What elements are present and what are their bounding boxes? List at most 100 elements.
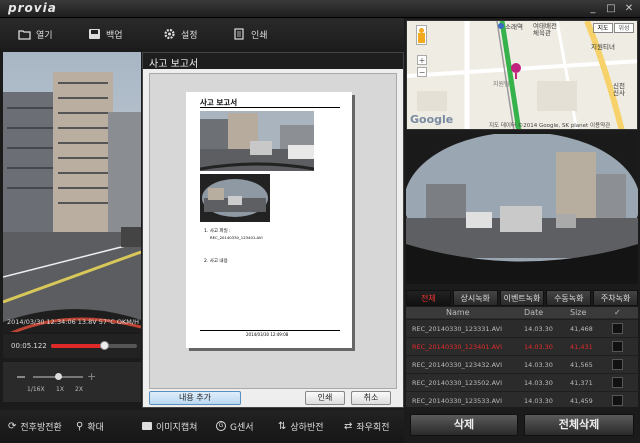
doc-item1-label: 1. 사고 파일 : xyxy=(204,229,231,234)
zoom-label-mid: 1X xyxy=(56,386,64,393)
column-check[interactable]: ✓ xyxy=(614,307,621,318)
map-label-jawon: 지원팀 xyxy=(493,81,510,88)
gear-icon xyxy=(164,28,175,40)
zoom-control: + 1/16X 1X 2X xyxy=(3,362,141,402)
doc-title-rule xyxy=(200,107,340,108)
file-name: REC_20140330_123401.AVI xyxy=(412,343,503,351)
backup-label: 백업 xyxy=(106,30,123,41)
report-print-button[interactable]: 인쇄 xyxy=(305,391,345,405)
accident-report-dialog: 사고 보고서 사고 보고서 1. 사고 파일 : REC_20140330_12… xyxy=(142,52,404,408)
gsensor-button[interactable]: G G센서 xyxy=(216,418,254,434)
satellite-type-button[interactable]: 위성 xyxy=(614,23,634,33)
settings-button[interactable]: 설정 xyxy=(163,26,198,42)
file-checkbox[interactable] xyxy=(612,377,623,388)
video-timestamp: 2014/03/30 12:34:06 13.8V 57°C OKM/H xyxy=(7,318,139,326)
flip-horizontal-button[interactable]: ⇄ 좌우회전 xyxy=(344,418,390,434)
flip-horizontal-label: 좌우회전 xyxy=(356,422,390,433)
main-toolbar: 열기 백업 설정 인쇄 xyxy=(0,18,404,50)
front-rear-switch-button[interactable]: ⟳ 전후방전환 xyxy=(8,418,62,434)
flip-horizontal-icon: ⇄ xyxy=(344,420,353,432)
progress-handle[interactable] xyxy=(100,341,110,350)
flip-vertical-button[interactable]: ⇅ 상하반전 xyxy=(278,418,324,434)
add-content-button[interactable]: 내용 추가 xyxy=(149,391,241,405)
flip-vertical-icon: ⇅ xyxy=(278,420,287,432)
gps-map[interactable]: 소래역 여태배전 체육관 지원티녀 신천 신사 지원팀 + − 지도 위성 Go… xyxy=(406,20,638,130)
front-video-view[interactable]: 2014/03/30 12:34:06 13.8V 57°C OKM/H xyxy=(3,52,141,332)
map-zoom-in-button[interactable]: + xyxy=(417,55,427,65)
column-name[interactable]: Name xyxy=(446,307,470,318)
report-cancel-button[interactable]: 취소 xyxy=(351,391,391,405)
file-checkbox[interactable] xyxy=(612,359,623,370)
settings-label: 설정 xyxy=(181,30,198,41)
file-name: REC_20140330_123432.AVI xyxy=(412,361,503,369)
delete-all-button[interactable]: 전체삭제 xyxy=(524,414,634,436)
open-button[interactable]: 열기 xyxy=(18,26,53,42)
front-snapshot-image xyxy=(200,111,314,171)
map-type-button[interactable]: 지도 xyxy=(593,23,613,33)
file-name: REC_20140330_123331.AVI xyxy=(412,325,503,333)
street-view-pegman-icon[interactable] xyxy=(416,25,427,45)
file-row[interactable]: REC_20140330_123502.AVI 14.03.30 41,371 xyxy=(406,373,638,391)
map-label-district: 지원티녀 xyxy=(591,43,615,51)
zoom-out-icon[interactable] xyxy=(17,376,25,378)
progress-track[interactable] xyxy=(51,341,137,350)
rear-video-frame xyxy=(406,134,638,284)
zoom-track[interactable] xyxy=(33,373,83,380)
file-date: 14.03.30 xyxy=(524,343,553,351)
file-date: 14.03.30 xyxy=(524,397,553,405)
image-capture-button[interactable]: 이미지캡쳐 xyxy=(142,418,197,434)
map-zoom-out-button[interactable]: − xyxy=(417,67,427,77)
tab-continuous[interactable]: 상시녹화 xyxy=(452,290,498,306)
magnifier-icon: ⚲ xyxy=(76,420,84,432)
file-checkbox[interactable] xyxy=(612,323,623,334)
tab-manual[interactable]: 수동녹화 xyxy=(546,290,592,306)
progress-fill xyxy=(51,344,105,348)
file-checkbox[interactable] xyxy=(612,395,623,406)
column-size[interactable]: Size xyxy=(570,307,586,318)
capture-label: 이미지캡쳐 xyxy=(156,422,198,433)
file-row[interactable]: REC_20140330_123401.AVI 14.03.30 41,431 xyxy=(406,337,638,355)
delete-button[interactable]: 삭제 xyxy=(410,414,518,436)
gsensor-label: G센서 xyxy=(230,422,254,433)
zoom-button[interactable]: ⚲ 확대 xyxy=(76,418,104,434)
map-label-sinchon: 신천 신사 xyxy=(613,82,625,97)
doc-item2-label: 2. 사고 내용 xyxy=(204,259,228,264)
doc-footer-rule xyxy=(200,330,340,331)
close-button[interactable]: ✕ xyxy=(622,2,636,15)
file-size: 41,371 xyxy=(570,379,593,387)
front-video-frame xyxy=(3,52,141,332)
file-row[interactable]: REC_20140330_123331.AVI 14.03.30 41,468 xyxy=(406,319,638,337)
report-page: 사고 보고서 1. 사고 파일 : REC_20140330_123401.AV… xyxy=(186,92,352,348)
report-window-title: 사고 보고서 xyxy=(143,53,403,70)
file-checkbox[interactable] xyxy=(612,341,623,352)
rear-snapshot-image xyxy=(200,174,270,222)
file-list-header: Name Date Size ✓ xyxy=(406,307,638,318)
file-row[interactable]: REC_20140330_123432.AVI 14.03.30 41,565 xyxy=(406,355,638,373)
tab-all[interactable]: 전체 xyxy=(406,290,451,306)
gsensor-icon: G xyxy=(216,421,226,431)
backup-icon xyxy=(89,29,100,39)
print-button[interactable]: 인쇄 xyxy=(233,26,268,42)
file-date: 14.03.30 xyxy=(524,361,553,369)
file-name: REC_20140330_123502.AVI xyxy=(412,379,503,387)
print-label: 인쇄 xyxy=(251,30,268,41)
tab-event[interactable]: 이벤트녹화 xyxy=(499,290,545,306)
minimize-button[interactable]: _ xyxy=(586,2,600,15)
column-date[interactable]: Date xyxy=(524,307,543,318)
file-list: Name Date Size ✓ REC_20140330_123331.AVI… xyxy=(406,307,638,407)
file-size: 41,565 xyxy=(570,361,593,369)
rear-video-view[interactable] xyxy=(406,134,638,284)
file-date: 14.03.30 xyxy=(524,379,553,387)
map-copyright: 지도 데이터 ©2014 Google, SK planet 이용약관 xyxy=(489,123,611,129)
zoom-in-icon[interactable]: + xyxy=(87,371,96,382)
zoom-handle[interactable] xyxy=(55,373,62,380)
map-label-gym: 여태배전 체육관 xyxy=(533,22,557,37)
camera-icon xyxy=(142,422,152,430)
tab-parking[interactable]: 주차녹화 xyxy=(593,290,638,306)
recording-type-tabs: 전체 상시녹화 이벤트녹화 수동녹화 주차녹화 xyxy=(406,290,638,306)
front-rear-label: 전후방전환 xyxy=(20,422,62,433)
file-row[interactable]: REC_20140330_123533.AVI 14.03.30 41,459 xyxy=(406,391,638,409)
maximize-button[interactable]: □ xyxy=(604,2,618,15)
doc-footer-date: 2014/03/30 12:49:08 xyxy=(246,332,289,337)
backup-button[interactable]: 백업 xyxy=(88,26,123,42)
